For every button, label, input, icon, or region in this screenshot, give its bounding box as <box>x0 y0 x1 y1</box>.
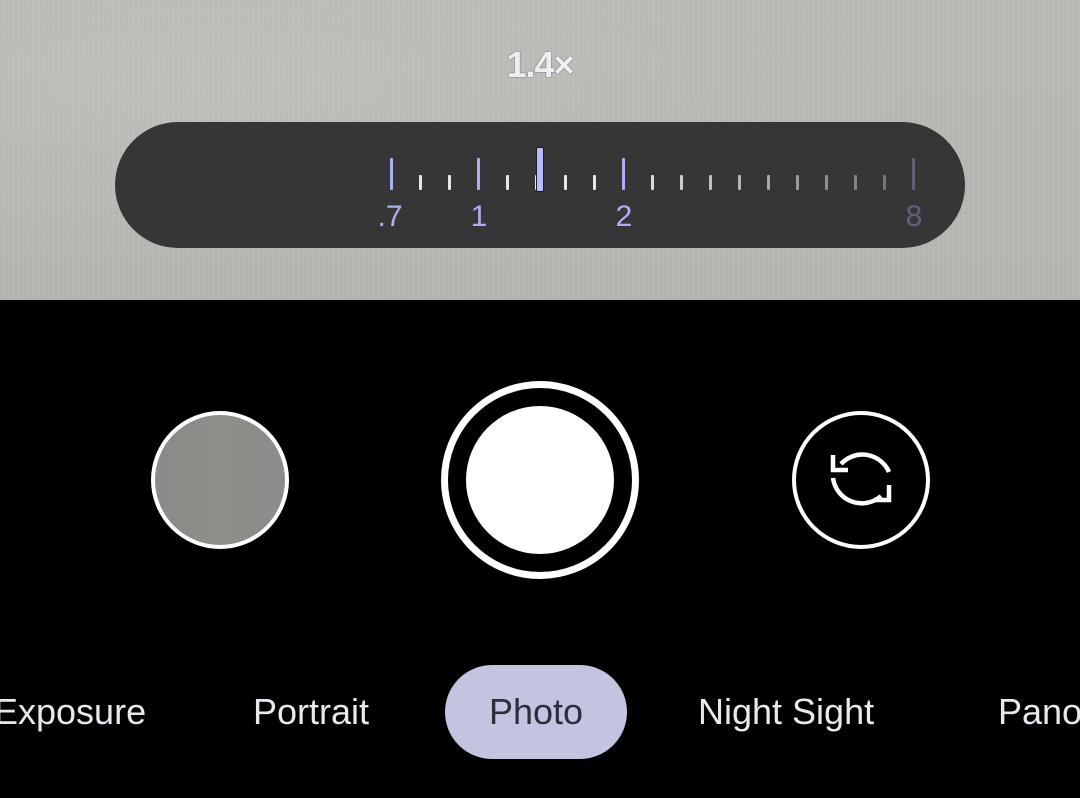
zoom-dial-minor-tick <box>738 175 741 190</box>
last-photo-thumbnail[interactable] <box>151 411 289 549</box>
mode-photo[interactable]: Photo <box>445 665 628 759</box>
zoom-dial-minor-tick <box>593 175 596 190</box>
zoom-dial-major-tick <box>477 158 480 190</box>
zoom-dial-minor-tick <box>883 175 886 190</box>
zoom-dial-label[interactable]: 2 <box>616 200 633 234</box>
zoom-dial-minor-tick <box>680 175 683 190</box>
mode-pano[interactable]: Pano <box>998 665 1080 759</box>
zoom-dial-minor-tick <box>767 175 770 190</box>
zoom-dial-current-indicator[interactable] <box>537 148 543 191</box>
zoom-dial-minor-tick <box>709 175 712 190</box>
mode-exposure[interactable]: Exposure <box>0 665 146 759</box>
switch-camera-button[interactable] <box>792 411 930 549</box>
zoom-dial-label[interactable]: 8 <box>906 200 923 234</box>
shutter-button[interactable] <box>466 406 614 554</box>
zoom-dial-major-tick <box>390 158 393 190</box>
zoom-dial-major-tick <box>912 158 915 190</box>
zoom-dial-minor-tick <box>796 175 799 190</box>
zoom-dial-minor-tick <box>825 175 828 190</box>
mode-portrait[interactable]: Portrait <box>253 665 369 759</box>
zoom-dial-minor-tick <box>651 175 654 190</box>
switch-camera-icon <box>830 452 892 506</box>
zoom-dial-minor-tick <box>506 175 509 190</box>
zoom-dial-major-tick <box>622 158 625 190</box>
zoom-dial-minor-tick <box>854 175 857 190</box>
zoom-level-readout: 1.4× <box>506 44 574 85</box>
zoom-dial-label[interactable]: 1 <box>471 200 488 234</box>
mode-night-sight[interactable]: Night Sight <box>698 665 874 759</box>
zoom-dial-minor-tick <box>448 175 451 190</box>
zoom-dial-label[interactable]: .7 <box>377 200 402 234</box>
zoom-dial-minor-tick <box>419 175 422 190</box>
zoom-dial-minor-tick <box>564 175 567 190</box>
